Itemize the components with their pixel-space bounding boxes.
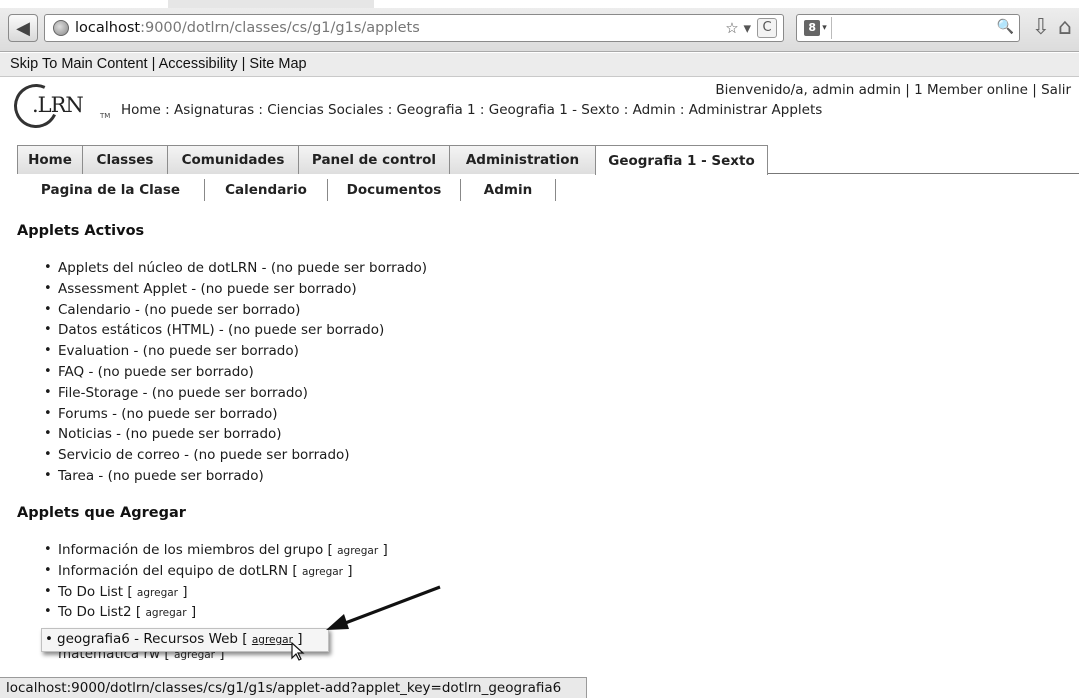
search-engine-selector[interactable]: 8 ▾ bbox=[800, 17, 832, 39]
status-bar: localhost:9000/dotlrn/classes/cs/g1/g1s/… bbox=[0, 677, 587, 698]
list-item: Evaluation - (no puede ser borrado) bbox=[42, 341, 427, 362]
tab-home[interactable]: Home bbox=[17, 145, 83, 174]
list-item: Noticias - (no puede ser borrado) bbox=[42, 424, 427, 445]
tab-panel-de-control[interactable]: Panel de control bbox=[298, 145, 450, 174]
applets-to-add-heading: Applets que Agregar bbox=[17, 505, 186, 521]
agregar-link[interactable]: agregar bbox=[137, 587, 178, 599]
list-item: Applets del núcleo de dotLRN - (no puede… bbox=[42, 258, 427, 279]
tab-strip bbox=[0, 0, 1079, 8]
welcome-text[interactable]: Bienvenido/a, admin admin | 1 Member onl… bbox=[715, 82, 1071, 98]
tab-comunidades[interactable]: Comunidades bbox=[167, 145, 299, 174]
list-item: FAQ - (no puede ser borrado) bbox=[42, 362, 427, 383]
list-item: Información del equipo de dotLRN [ agreg… bbox=[42, 561, 388, 582]
agregar-link[interactable]: agregar bbox=[146, 607, 187, 619]
home-icon[interactable]: ⌂ bbox=[1058, 15, 1078, 41]
site-identity-icon[interactable] bbox=[53, 20, 69, 36]
chevron-down-icon: ▾ bbox=[822, 23, 827, 33]
list-item: Forums - (no puede ser borrado) bbox=[42, 404, 427, 425]
breadcrumb[interactable]: Home : Asignaturas : Ciencias Sociales :… bbox=[121, 102, 822, 118]
search-input[interactable]: 8 ▾ 🔍 bbox=[796, 14, 1020, 42]
list-item: Tarea - (no puede ser borrado) bbox=[42, 466, 427, 487]
dotlrn-logo[interactable]: .LRN TM bbox=[7, 77, 110, 135]
sub-navigation: Pagina de la Clase Calendario Documentos… bbox=[17, 177, 556, 203]
list-item: Servicio de correo - (no puede ser borra… bbox=[42, 445, 427, 466]
address-bar[interactable]: localhost:9000/dotlrn/classes/cs/g1/g1s/… bbox=[44, 14, 784, 42]
list-item: Información de los miembros del grupo [ … bbox=[42, 540, 388, 561]
subnav-admin[interactable]: Admin bbox=[461, 179, 556, 201]
list-item-cut: matematica rw [ agregar ] bbox=[58, 652, 225, 662]
subnav-documentos[interactable]: Documentos bbox=[328, 179, 461, 201]
bookmark-star-icon[interactable]: ☆ ▾ bbox=[725, 19, 751, 37]
annotation-arrow-icon bbox=[326, 585, 441, 630]
search-engine-icon: 8 bbox=[804, 20, 821, 36]
url-path: :9000/dotlrn/classes/cs/g1/g1s/applets bbox=[140, 20, 420, 36]
list-item: Datos estáticos (HTML) - (no puede ser b… bbox=[42, 320, 427, 341]
tab-geografia-1-sexto[interactable]: Geografia 1 - Sexto bbox=[595, 145, 768, 175]
tab-administration[interactable]: Administration bbox=[449, 145, 596, 174]
agregar-link[interactable]: agregar bbox=[337, 545, 378, 557]
list-item: Assessment Applet - (no puede ser borrad… bbox=[42, 279, 427, 300]
reload-icon[interactable]: C bbox=[757, 18, 777, 38]
list-item: File-Storage - (no puede ser borrado) bbox=[42, 383, 427, 404]
main-tabs: Home Classes Comunidades Panel de contro… bbox=[17, 145, 1079, 175]
agregar-link-geografia6[interactable]: agregar bbox=[252, 634, 293, 646]
active-applets-list: Applets del núcleo de dotLRN - (no puede… bbox=[42, 258, 427, 487]
list-item: Calendario - (no puede ser borrado) bbox=[42, 300, 427, 321]
skip-links[interactable]: Skip To Main Content | Accessibility | S… bbox=[0, 53, 1079, 77]
subnav-calendario[interactable]: Calendario bbox=[205, 179, 328, 201]
url-host: localhost bbox=[75, 20, 141, 36]
active-applets-heading: Applets Activos bbox=[17, 223, 145, 239]
search-icon[interactable]: 🔍 bbox=[997, 19, 1014, 35]
agregar-link[interactable]: agregar bbox=[302, 566, 343, 578]
download-icon[interactable]: ⇩ bbox=[1030, 15, 1052, 41]
back-arrow-icon: ◀ bbox=[16, 17, 30, 39]
list-item-geografia6: geografia6 - Recursos Web [ agregar ] bbox=[43, 628, 303, 652]
mouse-pointer-icon bbox=[291, 642, 305, 661]
subnav-pagina-de-la-clase[interactable]: Pagina de la Clase bbox=[17, 179, 205, 201]
back-button[interactable]: ◀ bbox=[8, 14, 38, 42]
tab-classes[interactable]: Classes bbox=[82, 145, 168, 174]
